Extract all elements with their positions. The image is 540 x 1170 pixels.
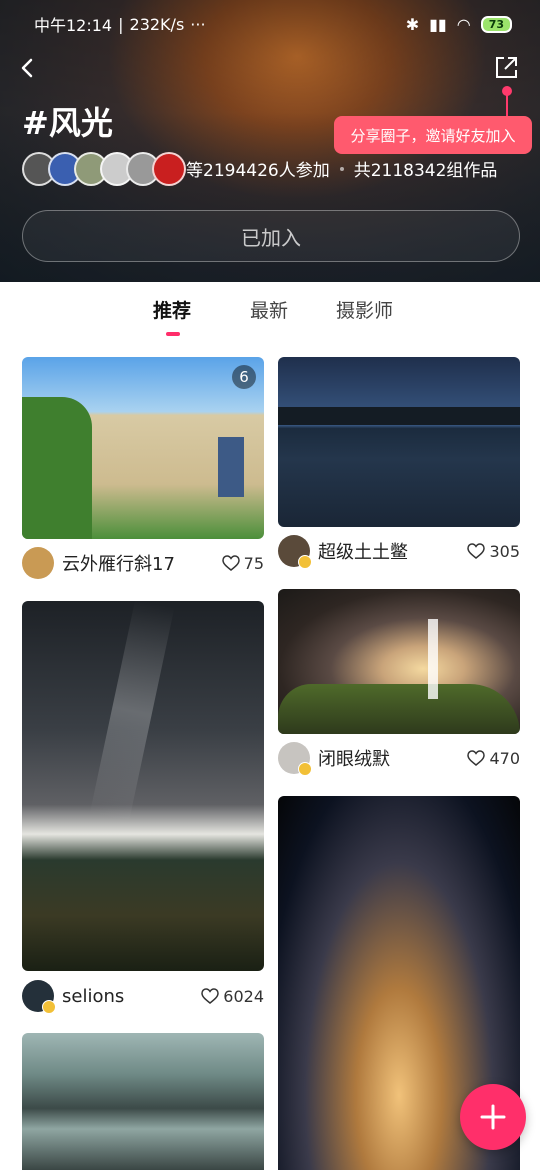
avatar[interactable] [22,547,54,579]
like-count: 470 [489,748,520,768]
status-bar: 中午12:14 | 232K/s ··· ✱ ▮▮ ◠ 73 [34,10,512,38]
signal-icon: ▮▮ [429,14,447,34]
heart-icon [467,750,486,766]
post-meta: 云外雁行斜17 75 [22,545,264,581]
like-control[interactable]: 6024 [201,987,264,1006]
status-time: 中午12:14 [34,16,113,35]
post-image[interactable] [22,601,264,971]
participants-count: 等2194426人参加 [186,161,330,181]
heart-icon [467,543,486,559]
post-image[interactable] [278,589,520,734]
window-shape [218,437,244,497]
tab-photographers[interactable]: 摄影师 [336,296,393,323]
share-tooltip[interactable]: 分享圈子，邀请好友加入 [334,116,532,154]
wifi-icon: ◠ [456,14,471,34]
post-image[interactable]: 6 [22,357,264,539]
joined-button[interactable]: 已加入 [22,210,520,262]
plus-icon [480,1104,506,1130]
like-count: 75 [243,553,264,573]
battery-indicator: 73 [480,15,512,33]
post-username[interactable]: 超级土土鳖 [318,538,408,564]
waterfall-shape [428,619,438,699]
works-count: 共2118342组作品 [353,161,498,181]
circle-title: #风光 [22,104,113,142]
like-control[interactable]: 75 [221,553,264,573]
avatar[interactable] [22,980,56,1014]
tab-latest[interactable]: 最新 [250,296,288,323]
like-control[interactable]: 305 [467,542,520,561]
post-meta: selions 6024 [22,978,264,1014]
like-count: 305 [489,541,520,561]
back-arrow-icon[interactable] [16,56,40,80]
verified-icon [298,555,312,569]
network-speed: 232K/s [129,14,185,34]
heart-icon [201,988,220,1004]
like-count: 6024 [223,986,264,1006]
tab-recommended[interactable]: 推荐 [153,296,191,323]
add-post-button[interactable] [460,1084,526,1150]
avatar [152,152,186,186]
feed-tabs: 推荐 最新 摄影师 [0,296,540,336]
active-tab-indicator [166,332,180,336]
verified-icon [42,1000,56,1014]
share-icon[interactable] [492,54,520,82]
member-avatars[interactable] [22,152,186,186]
post-username[interactable]: 闭眼绒默 [318,745,390,771]
photo-count-badge: 6 [232,365,256,389]
like-control[interactable]: 470 [467,749,520,768]
verified-icon [298,762,312,776]
post-image[interactable] [278,357,520,527]
heart-icon [221,555,240,571]
tree-shape [22,397,92,539]
bluetooth-icon: ✱ [405,14,420,34]
post-image[interactable] [22,1033,264,1170]
separator-dot [339,166,344,171]
tooltip-pointer [502,86,512,116]
treeline-shape [278,407,520,425]
avatar[interactable] [278,535,312,569]
post-username[interactable]: 云外雁行斜17 [62,550,175,576]
milky-way-shape [89,601,175,823]
circle-stats: 等2194426人参加 共2118342组作品 [186,156,497,181]
post-username[interactable]: selions [62,986,124,1007]
more-status-icon: ··· [190,14,206,34]
post-meta: 闭眼绒默 470 [278,740,520,776]
post-meta: 超级土土鳖 305 [278,533,520,569]
grass-shape [278,684,520,734]
avatar[interactable] [278,742,312,776]
